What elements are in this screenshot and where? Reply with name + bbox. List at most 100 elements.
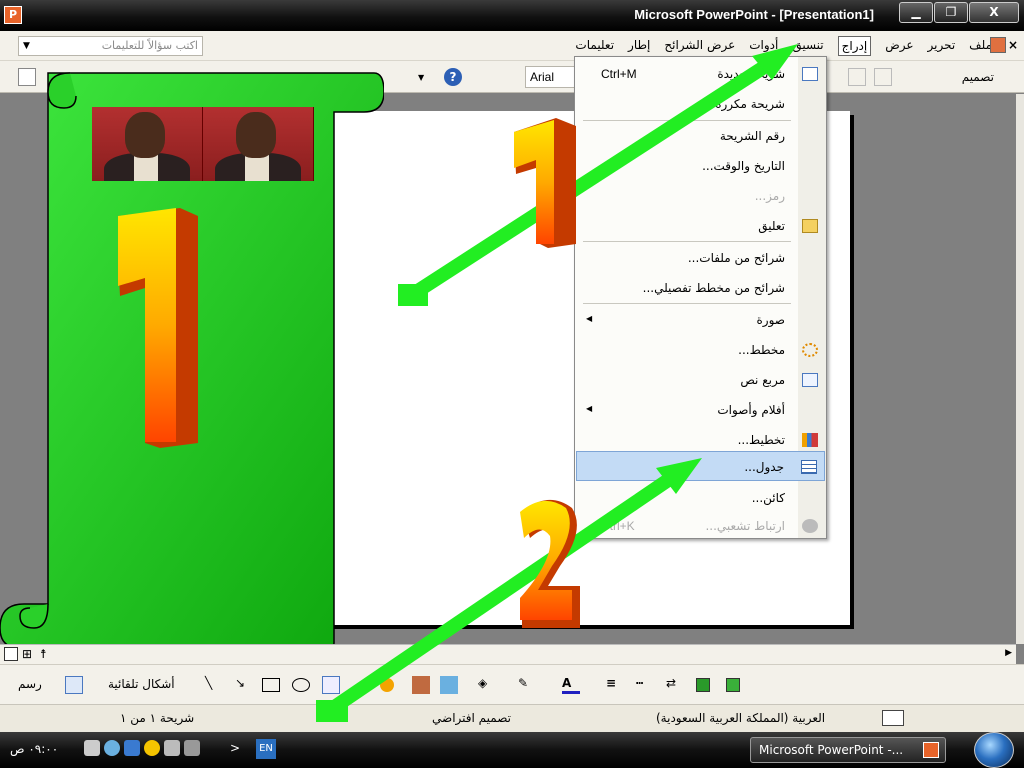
portrait-left bbox=[92, 107, 203, 181]
fill-color-icon[interactable]: ◈ bbox=[478, 676, 496, 694]
diagram-icon bbox=[802, 343, 818, 357]
line-color-icon[interactable]: ✎ bbox=[518, 676, 536, 694]
shadow-style-icon[interactable] bbox=[696, 678, 710, 692]
menu-item-slides-from-outline[interactable]: شرائح من مخطط تفصيلي... bbox=[576, 273, 825, 303]
spelling-icon[interactable] bbox=[882, 710, 904, 726]
comment-icon bbox=[802, 219, 818, 233]
tray-network-disconnected-icon[interactable] bbox=[184, 740, 200, 756]
insert-picture-icon[interactable] bbox=[440, 676, 458, 694]
menu-separator bbox=[583, 303, 791, 304]
new-slide-icon bbox=[802, 67, 818, 81]
tray-messenger-icon[interactable] bbox=[124, 740, 140, 756]
menu-items: ملف تحرير عرض إدراج تنسيق أدوات عرض الشر… bbox=[575, 36, 992, 56]
select-pointer-icon[interactable] bbox=[65, 676, 83, 694]
powerpoint-app-icon[interactable]: P bbox=[4, 6, 22, 24]
tray-network-icon[interactable] bbox=[164, 740, 180, 756]
slide-position: شريحة ١ من ١ bbox=[120, 711, 195, 725]
tray-update-icon[interactable] bbox=[104, 740, 120, 756]
menu-window[interactable]: إطار bbox=[628, 38, 650, 56]
menu-help[interactable]: تعليمات bbox=[575, 38, 614, 56]
design-template-name: تصميم افتراضي bbox=[432, 711, 511, 725]
taskbar-powerpoint-button[interactable]: Microsoft PowerPoint -... bbox=[750, 737, 946, 763]
window-title: Microsoft PowerPoint - [Presentation1] bbox=[634, 7, 874, 22]
status-bar: شريحة ١ من ١ تصميم افتراضي العربية (المم… bbox=[0, 704, 1024, 732]
zoom-dropdown-icon[interactable]: ▼ bbox=[418, 73, 424, 82]
submenu-arrow-icon: ◀ bbox=[586, 404, 593, 413]
close-button[interactable]: X bbox=[969, 2, 1019, 23]
3d-style-icon[interactable] bbox=[726, 678, 740, 692]
menu-item-date-time[interactable]: التاريخ والوقت... bbox=[576, 151, 825, 181]
taskbar-powerpoint-label: Microsoft PowerPoint -... bbox=[759, 743, 904, 757]
menu-item-picture[interactable]: صورة ◀ bbox=[576, 305, 825, 335]
font-name-box[interactable]: Arial bbox=[525, 66, 575, 88]
menu-slideshow[interactable]: عرض الشرائح bbox=[664, 38, 735, 56]
menu-separator bbox=[583, 241, 791, 242]
oval-tool-icon[interactable] bbox=[292, 678, 310, 692]
drawing-toolbar: رسم أشكال تلقائية ╲ ↘ ◈ ✎ A ≡ ┅ ⇄ bbox=[0, 664, 1024, 704]
menu-item-object[interactable]: كائن... bbox=[576, 483, 825, 513]
table-icon bbox=[801, 460, 817, 474]
document-icon[interactable] bbox=[990, 37, 1006, 53]
help-search-box[interactable]: اكتب سؤالاً للتعليمات ▼ bbox=[18, 36, 203, 56]
normal-view-icon[interactable] bbox=[4, 647, 18, 661]
title-bar: P Microsoft PowerPoint - [Presentation1]… bbox=[0, 0, 1024, 31]
submenu-arrow-icon: ◀ bbox=[586, 314, 593, 323]
menu-bar: اكتب سؤالاً للتعليمات ▼ ملف تحرير عرض إد… bbox=[0, 31, 1024, 61]
menu-format[interactable]: تنسيق bbox=[792, 38, 823, 56]
menu-file[interactable]: ملف bbox=[969, 38, 992, 56]
hyperlink-icon bbox=[802, 519, 818, 533]
dash-style-icon[interactable]: ┅ bbox=[636, 676, 654, 694]
menu-tools[interactable]: أدوات bbox=[749, 38, 778, 56]
diagram-tool-icon[interactable] bbox=[380, 678, 394, 692]
menu-item-duplicate-slide[interactable]: شريحة مكررة bbox=[576, 89, 825, 119]
menu-item-hyperlink[interactable]: ارتباط تشعبي... Ctrl+K bbox=[576, 511, 825, 541]
vertical-scrollbar[interactable] bbox=[1016, 94, 1024, 644]
hscroll-right-icon[interactable]: ▶ bbox=[1005, 648, 1012, 658]
rectangle-tool-icon[interactable] bbox=[262, 678, 280, 692]
menu-item-table[interactable]: جدول... bbox=[576, 451, 825, 481]
chart-icon bbox=[802, 433, 818, 447]
close-document-button[interactable]: × bbox=[1008, 38, 1018, 52]
slideshow-view-icon[interactable]: ☨ bbox=[40, 647, 54, 661]
menu-edit[interactable]: تحرير bbox=[928, 38, 956, 56]
menu-item-slide-number[interactable]: رقم الشريحة bbox=[576, 121, 825, 151]
minimize-button[interactable]: ▁ bbox=[899, 2, 933, 23]
arrow-tool-icon[interactable]: ↘ bbox=[235, 676, 253, 694]
restore-button[interactable]: ❐ bbox=[934, 2, 968, 23]
tray-monitor-icon[interactable] bbox=[84, 740, 100, 756]
menu-item-movies-sounds[interactable]: أفلام وأصوات ◀ bbox=[576, 395, 825, 425]
design-button[interactable]: تصميم bbox=[962, 70, 994, 84]
menu-item-comment[interactable]: تعليق bbox=[576, 211, 825, 241]
line-style-icon[interactable]: ≡ bbox=[606, 676, 624, 694]
menu-view[interactable]: عرض bbox=[885, 38, 913, 56]
increase-indent-icon[interactable] bbox=[848, 68, 866, 86]
slide-sorter-icon[interactable]: ⊞ bbox=[22, 647, 36, 661]
language-indicator[interactable]: EN bbox=[256, 739, 276, 759]
clipart-icon[interactable] bbox=[412, 676, 430, 694]
view-bar: ⊞ ☨ ▶ bbox=[0, 644, 1016, 664]
autoshapes-menu[interactable]: أشكال تلقائية bbox=[108, 677, 175, 691]
menu-insert[interactable]: إدراج bbox=[837, 36, 872, 56]
help-dropdown-icon[interactable]: ▼ bbox=[23, 37, 30, 55]
arrow-style-icon[interactable]: ⇄ bbox=[666, 676, 684, 694]
portrait-right bbox=[203, 107, 314, 181]
textbox-tool-icon[interactable] bbox=[322, 676, 340, 694]
help-icon[interactable]: ? bbox=[444, 68, 462, 86]
windows-taskbar: ٠٩:٠٠ ص > EN Microsoft PowerPoint -... bbox=[0, 732, 1024, 768]
start-button[interactable] bbox=[974, 732, 1014, 768]
portrait-image[interactable] bbox=[92, 107, 314, 181]
tray-emoticon-icon[interactable] bbox=[144, 740, 160, 756]
decrease-indent-icon[interactable] bbox=[874, 68, 892, 86]
menu-item-symbol[interactable]: رمز... bbox=[576, 181, 825, 211]
textbox-icon bbox=[802, 373, 818, 387]
menu-item-new-slide[interactable]: شريحة جديدة Ctrl+M bbox=[576, 59, 825, 89]
taskbar-powerpoint-icon bbox=[923, 742, 939, 758]
menu-item-textbox[interactable]: مربع نص bbox=[576, 365, 825, 395]
draw-menu[interactable]: رسم bbox=[18, 677, 42, 691]
font-color-icon[interactable]: A bbox=[562, 676, 580, 694]
line-tool-icon[interactable]: ╲ bbox=[205, 676, 223, 694]
tray-expand-icon[interactable]: > bbox=[230, 741, 240, 755]
menu-item-diagram[interactable]: مخطط... bbox=[576, 335, 825, 365]
menu-item-slides-from-files[interactable]: شرائح من ملفات... bbox=[576, 243, 825, 273]
system-clock[interactable]: ٠٩:٠٠ ص bbox=[10, 742, 58, 756]
